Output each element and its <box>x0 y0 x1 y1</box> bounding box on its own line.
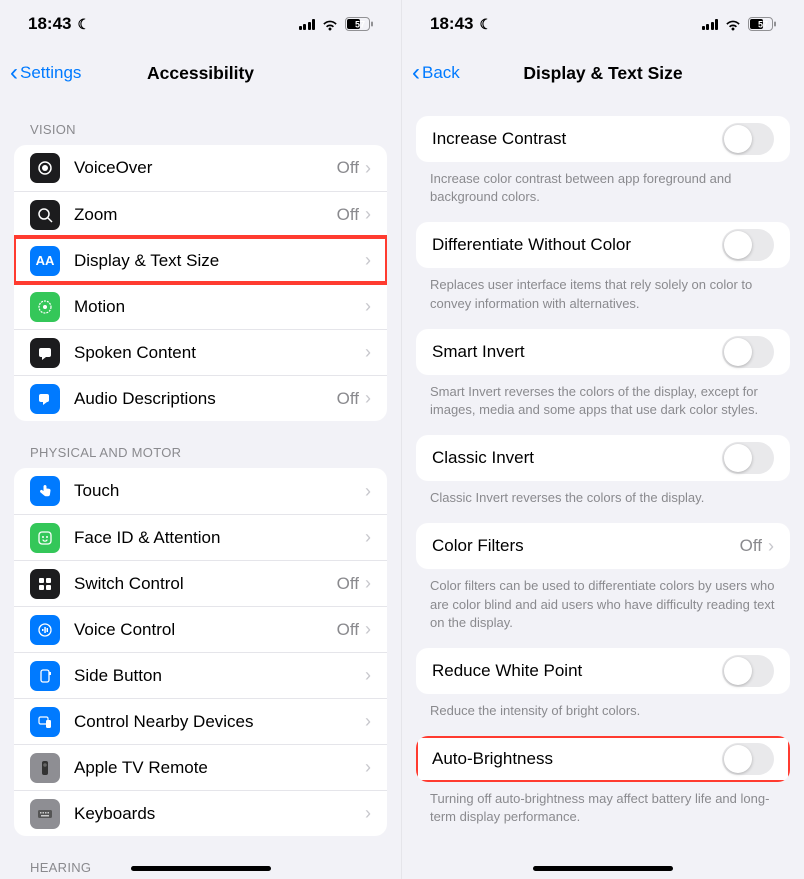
toggle-increase-contrast[interactable] <box>722 123 774 155</box>
zoom-icon <box>30 200 60 230</box>
row-voiceover[interactable]: VoiceOver Off › <box>14 145 387 191</box>
back-button[interactable]: ‹ Back <box>412 61 460 85</box>
row-classic-invert[interactable]: Classic Invert <box>416 435 790 481</box>
row-audio-descriptions[interactable]: Audio Descriptions Off › <box>14 375 387 421</box>
toggle-reduce-white-point[interactable] <box>722 655 774 687</box>
chevron-right-icon: › <box>365 527 371 548</box>
svg-text:57: 57 <box>758 20 768 30</box>
row-switch-control[interactable]: Switch Control Off › <box>14 560 387 606</box>
audio-descriptions-icon <box>30 384 60 414</box>
chevron-left-icon: ‹ <box>412 61 420 85</box>
home-indicator[interactable] <box>533 866 673 871</box>
row-zoom[interactable]: Zoom Off › <box>14 191 387 237</box>
row-spoken-content[interactable]: Spoken Content › <box>14 329 387 375</box>
chevron-right-icon: › <box>365 665 371 686</box>
row-smart-invert[interactable]: Smart Invert <box>416 329 790 375</box>
chevron-right-icon: › <box>365 296 371 317</box>
row-differentiate-without-color[interactable]: Differentiate Without Color <box>416 222 790 268</box>
nearby-devices-icon <box>30 707 60 737</box>
battery-icon: 57 <box>748 17 776 31</box>
chevron-right-icon: › <box>365 481 371 502</box>
row-apple-tv-remote[interactable]: Apple TV Remote › <box>14 744 387 790</box>
footer-auto-brightness: Turning off auto-brightness may affect b… <box>402 782 804 842</box>
section-header-physical: PHYSICAL AND MOTOR <box>0 421 401 468</box>
back-label: Settings <box>20 63 81 83</box>
keyboards-icon <box>30 799 60 829</box>
section-header-hearing: HEARING <box>0 836 401 879</box>
do-not-disturb-icon: ☾ <box>479 16 492 33</box>
nav-bar: ‹ Back Display & Text Size <box>402 48 804 98</box>
cellular-signal-icon <box>299 18 316 30</box>
row-faceid[interactable]: Face ID & Attention › <box>14 514 387 560</box>
text-size-icon: AA <box>30 246 60 276</box>
chevron-right-icon: › <box>365 711 371 732</box>
chevron-right-icon: › <box>365 342 371 363</box>
status-bar: 18:43 ☾ 57 <box>0 0 401 48</box>
row-keyboards[interactable]: Keyboards › <box>14 790 387 836</box>
row-nearby-devices[interactable]: Control Nearby Devices › <box>14 698 387 744</box>
page-title: Display & Text Size <box>402 63 804 84</box>
footer-differentiate: Replaces user interface items that rely … <box>402 268 804 328</box>
footer-classic-invert: Classic Invert reverses the colors of th… <box>402 481 804 523</box>
chevron-right-icon: › <box>365 573 371 594</box>
row-color-filters[interactable]: Color Filters Off › <box>416 523 790 569</box>
touch-icon <box>30 476 60 506</box>
battery-icon: 57 <box>345 17 373 31</box>
chevron-right-icon: › <box>768 536 774 557</box>
chevron-right-icon: › <box>365 619 371 640</box>
side-button-icon <box>30 661 60 691</box>
row-side-button[interactable]: Side Button › <box>14 652 387 698</box>
nav-bar: ‹ Settings Accessibility <box>0 48 401 98</box>
row-motion[interactable]: Motion › <box>14 283 387 329</box>
switch-control-icon <box>30 569 60 599</box>
footer-reduce-white-point: Reduce the intensity of bright colors. <box>402 694 804 736</box>
section-header-vision: VISION <box>0 98 401 145</box>
motion-icon <box>30 292 60 322</box>
chevron-right-icon: › <box>365 388 371 409</box>
status-time: 18:43 <box>28 14 71 34</box>
status-time: 18:43 <box>430 14 473 34</box>
physical-group: Touch › Face ID & Attention › Switch Con… <box>14 468 387 836</box>
toggle-differentiate[interactable] <box>722 229 774 261</box>
spoken-content-icon <box>30 338 60 368</box>
do-not-disturb-icon: ☾ <box>77 16 90 33</box>
toggle-smart-invert[interactable] <box>722 336 774 368</box>
footer-color-filters: Color filters can be used to differentia… <box>402 569 804 648</box>
faceid-icon <box>30 523 60 553</box>
footer-increase-contrast: Increase color contrast between app fore… <box>402 162 804 222</box>
footer-smart-invert: Smart Invert reverses the colors of the … <box>402 375 804 435</box>
chevron-right-icon: › <box>365 250 371 271</box>
row-reduce-white-point[interactable]: Reduce White Point <box>416 648 790 694</box>
row-auto-brightness[interactable]: Auto-Brightness <box>416 736 790 782</box>
home-indicator[interactable] <box>131 866 271 871</box>
chevron-right-icon: › <box>365 158 371 179</box>
wifi-icon <box>321 18 339 31</box>
chevron-left-icon: ‹ <box>10 61 18 85</box>
apple-tv-remote-icon <box>30 753 60 783</box>
chevron-right-icon: › <box>365 757 371 778</box>
back-button[interactable]: ‹ Settings <box>10 61 81 85</box>
row-touch[interactable]: Touch › <box>14 468 387 514</box>
vision-group: VoiceOver Off › Zoom Off › AA Display & … <box>14 145 387 421</box>
display-text-size-screen: 18:43 ☾ 57 ‹ Back Display & Text Size In… <box>402 0 804 879</box>
cellular-signal-icon <box>702 18 719 30</box>
voice-control-icon <box>30 615 60 645</box>
toggle-auto-brightness[interactable] <box>722 743 774 775</box>
chevron-right-icon: › <box>365 204 371 225</box>
voiceover-icon <box>30 153 60 183</box>
wifi-icon <box>724 18 742 31</box>
row-display-text-size[interactable]: AA Display & Text Size › <box>14 237 387 283</box>
svg-text:57: 57 <box>355 20 365 30</box>
row-increase-contrast[interactable]: Increase Contrast <box>416 116 790 162</box>
accessibility-screen: 18:43 ☾ 57 ‹ Settings Accessibility VISI… <box>0 0 402 879</box>
status-bar: 18:43 ☾ 57 <box>402 0 804 48</box>
row-voice-control[interactable]: Voice Control Off › <box>14 606 387 652</box>
toggle-classic-invert[interactable] <box>722 442 774 474</box>
back-label: Back <box>422 63 460 83</box>
chevron-right-icon: › <box>365 803 371 824</box>
